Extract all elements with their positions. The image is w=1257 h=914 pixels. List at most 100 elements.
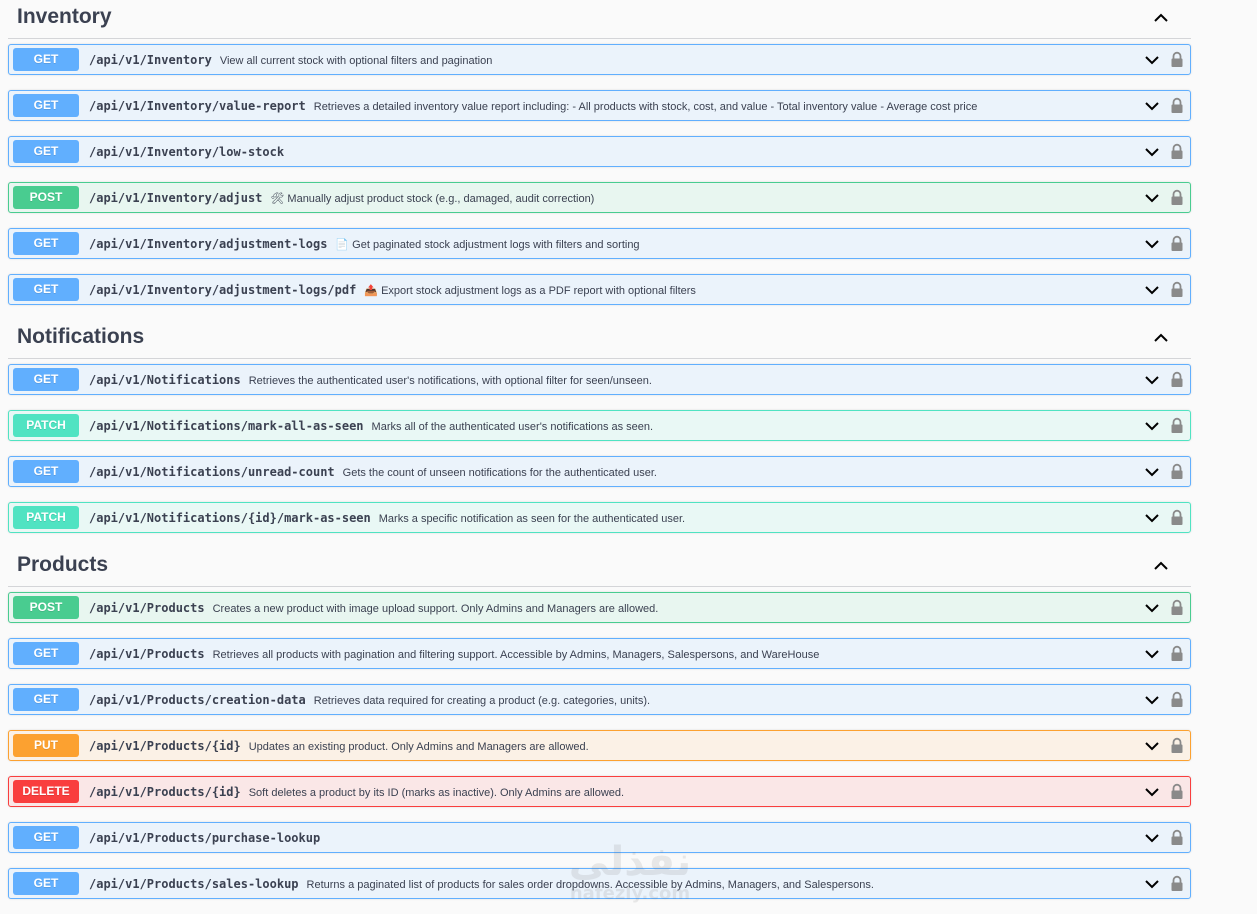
operation-row[interactable]: PUT/api/v1/Products/{id} Updates an exist… bbox=[8, 730, 1191, 761]
lock-icon[interactable] bbox=[1170, 235, 1184, 252]
chevron-down-icon[interactable] bbox=[1144, 145, 1160, 159]
method-badge: PATCH bbox=[13, 506, 79, 529]
operation-row[interactable]: GET/api/v1/Products/sales-lookup Returns … bbox=[8, 868, 1191, 899]
operation-path: /api/v1/Products bbox=[89, 601, 205, 615]
lock-icon[interactable] bbox=[1170, 97, 1184, 114]
lock-icon[interactable] bbox=[1170, 463, 1184, 480]
lock-icon[interactable] bbox=[1170, 509, 1184, 526]
method-badge: GET bbox=[13, 94, 79, 117]
chevron-down-icon[interactable] bbox=[1144, 99, 1160, 113]
lock-icon[interactable] bbox=[1170, 691, 1184, 708]
method-badge: GET bbox=[13, 140, 79, 163]
operation-row[interactable]: GET/api/v1/Products/creation-data Retriev… bbox=[8, 684, 1191, 715]
operation-path: /api/v1/Notifications bbox=[89, 373, 241, 387]
operation-description: Retrieves data required for creating a p… bbox=[313, 695, 651, 707]
operation-row[interactable]: POST/api/v1/Inventory/adjust 🛠 Manually a… bbox=[8, 182, 1191, 213]
method-badge: GET bbox=[13, 48, 79, 71]
lock-icon[interactable] bbox=[1170, 189, 1184, 206]
operation-path: /api/v1/Inventory/adjustment-logs bbox=[89, 237, 328, 251]
operation-path-wrap: /api/v1/Notifications/unread-count Gets t… bbox=[89, 465, 657, 479]
chevron-down-icon[interactable] bbox=[1144, 53, 1160, 67]
lock-icon[interactable] bbox=[1170, 281, 1184, 298]
operation-row[interactable]: PATCH/api/v1/Notifications/mark-all-as-s… bbox=[8, 410, 1191, 441]
section-header[interactable]: Notifications bbox=[8, 320, 1191, 359]
method-badge: GET bbox=[13, 368, 79, 391]
lock-icon[interactable] bbox=[1170, 417, 1184, 434]
lock-icon[interactable] bbox=[1170, 737, 1184, 754]
operation-row[interactable]: GET/api/v1/Inventory/low-stock bbox=[8, 136, 1191, 167]
operation-row[interactable]: GET/api/v1/Products Retrieves all product… bbox=[8, 638, 1191, 669]
section-header[interactable]: Products bbox=[8, 548, 1191, 587]
chevron-down-icon[interactable] bbox=[1144, 601, 1160, 615]
chevron-down-icon[interactable] bbox=[1144, 647, 1160, 661]
operation-path: /api/v1/Inventory bbox=[89, 53, 212, 67]
operation-description: 📤 Export stock adjustment logs as a PDF … bbox=[364, 285, 696, 297]
operation-row[interactable]: GET/api/v1/Inventory/value-report Retriev… bbox=[8, 90, 1191, 121]
operation-row[interactable]: GET/api/v1/Products/purchase-lookup bbox=[8, 822, 1191, 853]
operation-path: /api/v1/Inventory/adjustment-logs/pdf bbox=[89, 283, 357, 297]
operation-description: Returns a paginated list of products for… bbox=[306, 879, 874, 891]
section-header[interactable]: Inventory bbox=[8, 0, 1191, 39]
operation-path-wrap: /api/v1/Products/purchase-lookup bbox=[89, 831, 328, 845]
chevron-down-icon[interactable] bbox=[1144, 465, 1160, 479]
operation-description: Retrieves the authenticated user's notif… bbox=[248, 375, 652, 387]
chevron-up-icon[interactable] bbox=[1151, 556, 1171, 576]
method-badge: GET bbox=[13, 688, 79, 711]
operation-path: /api/v1/Inventory/adjust bbox=[89, 191, 263, 205]
chevron-down-icon[interactable] bbox=[1144, 373, 1160, 387]
lock-icon[interactable] bbox=[1170, 143, 1184, 160]
operation-row[interactable]: GET/api/v1/Inventory/adjustment-logs 📄 Ge… bbox=[8, 228, 1191, 259]
method-badge: GET bbox=[13, 872, 79, 895]
method-badge: GET bbox=[13, 460, 79, 483]
chevron-down-icon[interactable] bbox=[1144, 693, 1160, 707]
operation-path-wrap: /api/v1/Inventory/adjust 🛠 Manually adjus… bbox=[89, 191, 594, 205]
operation-description: View all current stock with optional fil… bbox=[219, 55, 493, 67]
operation-path-wrap: /api/v1/Notifications Retrieves the authe… bbox=[89, 373, 652, 387]
operation-path: /api/v1/Products bbox=[89, 647, 205, 661]
operation-path-wrap: /api/v1/Inventory/low-stock bbox=[89, 145, 292, 159]
lock-icon[interactable] bbox=[1170, 599, 1184, 616]
lock-icon[interactable] bbox=[1170, 645, 1184, 662]
method-badge: GET bbox=[13, 642, 79, 665]
chevron-down-icon[interactable] bbox=[1144, 785, 1160, 799]
section-title: Products bbox=[17, 553, 109, 576]
operation-path: /api/v1/Inventory/low-stock bbox=[89, 145, 285, 159]
operation-row[interactable]: GET/api/v1/Inventory/adjustment-logs/pdf… bbox=[8, 274, 1191, 305]
chevron-down-icon[interactable] bbox=[1144, 237, 1160, 251]
operation-path: /api/v1/Products/{id} bbox=[89, 739, 241, 753]
chevron-down-icon[interactable] bbox=[1144, 283, 1160, 297]
operation-path-wrap: /api/v1/Notifications/{id}/mark-as-seen M… bbox=[89, 511, 685, 525]
chevron-up-icon[interactable] bbox=[1151, 328, 1171, 348]
operation-path: /api/v1/Products/purchase-lookup bbox=[89, 831, 321, 845]
operation-row[interactable]: GET/api/v1/Notifications/unread-count Get… bbox=[8, 456, 1191, 487]
section-notifications: Notifications GET/api/v1/Notifications Ret… bbox=[8, 320, 1191, 533]
operation-row[interactable]: DELETE/api/v1/Products/{id} Soft deletes … bbox=[8, 776, 1191, 807]
chevron-down-icon[interactable] bbox=[1144, 511, 1160, 525]
chevron-down-icon[interactable] bbox=[1144, 191, 1160, 205]
operation-row[interactable]: GET/api/v1/Notifications Retrieves the au… bbox=[8, 364, 1191, 395]
lock-icon[interactable] bbox=[1170, 51, 1184, 68]
operation-row[interactable]: PATCH/api/v1/Notifications/{id}/mark-as-… bbox=[8, 502, 1191, 533]
method-badge: DELETE bbox=[13, 780, 79, 803]
lock-icon[interactable] bbox=[1170, 783, 1184, 800]
operation-description: Retrieves a detailed inventory value rep… bbox=[313, 101, 978, 113]
operation-description: 🛠 Manually adjust product stock (e.g., d… bbox=[270, 193, 595, 205]
operation-path: /api/v1/Products/{id} bbox=[89, 785, 241, 799]
operation-description: Marks a specific notification as seen fo… bbox=[378, 513, 686, 525]
lock-icon[interactable] bbox=[1170, 875, 1184, 892]
lock-icon[interactable] bbox=[1170, 829, 1184, 846]
chevron-down-icon[interactable] bbox=[1144, 419, 1160, 433]
operation-path: /api/v1/Notifications/unread-count bbox=[89, 465, 335, 479]
chevron-up-icon[interactable] bbox=[1151, 8, 1171, 28]
operation-path: /api/v1/Notifications/mark-all-as-seen bbox=[89, 419, 364, 433]
operation-path-wrap: /api/v1/Products/creation-data Retrieves … bbox=[89, 693, 650, 707]
operation-path-wrap: /api/v1/Inventory/value-report Retrieves … bbox=[89, 99, 977, 113]
operation-row[interactable]: GET/api/v1/Inventory View all current sto… bbox=[8, 44, 1191, 75]
method-badge: GET bbox=[13, 278, 79, 301]
chevron-down-icon[interactable] bbox=[1144, 831, 1160, 845]
method-badge: PATCH bbox=[13, 414, 79, 437]
operation-row[interactable]: POST/api/v1/Products Creates a new produc… bbox=[8, 592, 1191, 623]
lock-icon[interactable] bbox=[1170, 371, 1184, 388]
chevron-down-icon[interactable] bbox=[1144, 739, 1160, 753]
chevron-down-icon[interactable] bbox=[1144, 877, 1160, 891]
